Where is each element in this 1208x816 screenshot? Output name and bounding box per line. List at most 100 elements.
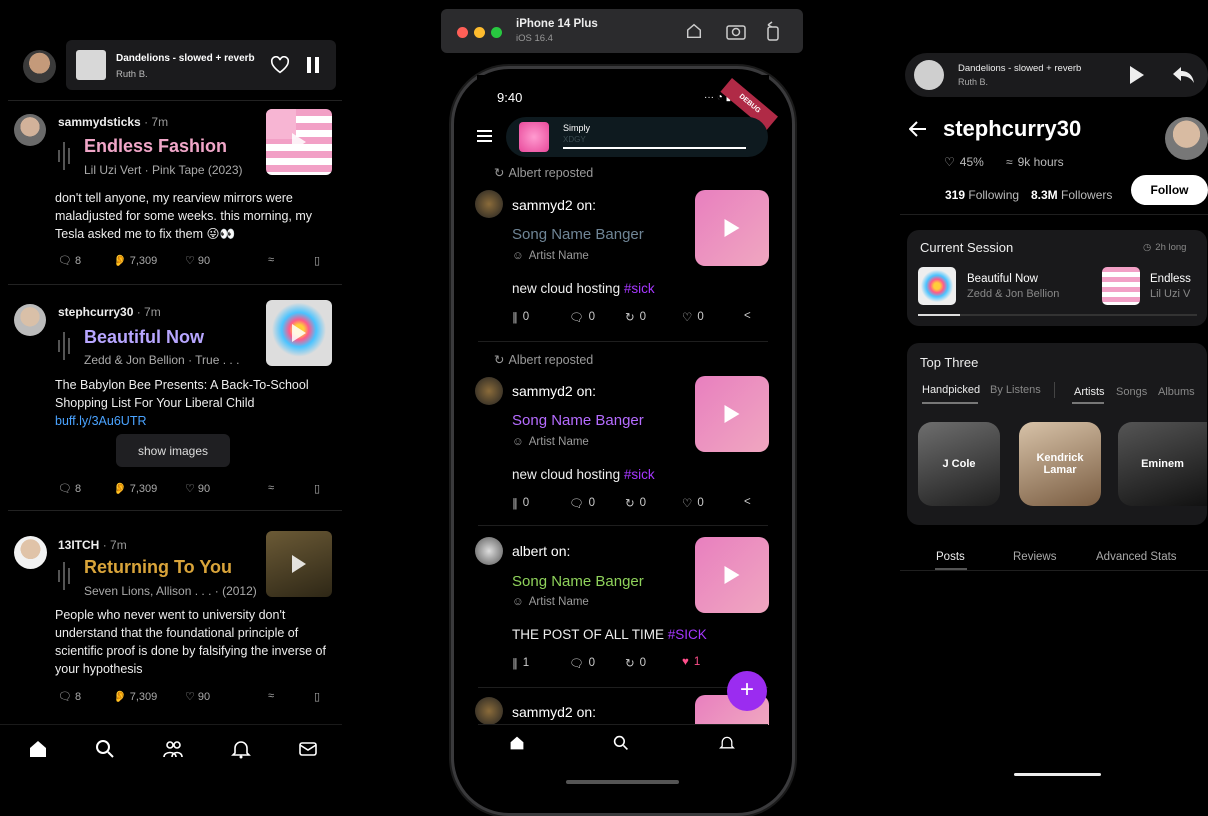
hashtag[interactable]: #sick (624, 467, 655, 482)
like-icon[interactable]: ♡ (185, 690, 195, 703)
home-icon[interactable] (28, 739, 48, 759)
tab-albums[interactable]: Albums (1158, 386, 1195, 398)
people-icon[interactable] (163, 739, 183, 759)
followers-stat[interactable]: 8.3M Followers (1031, 188, 1112, 202)
album-cover[interactable] (266, 109, 332, 175)
play-icon[interactable] (292, 555, 306, 573)
post-username[interactable]: albert (512, 543, 547, 559)
tab-songs[interactable]: Songs (1116, 386, 1147, 398)
post-avatar[interactable] (475, 190, 503, 218)
screenshot-icon[interactable] (726, 22, 746, 40)
post-username[interactable]: sammydsticks (58, 115, 141, 129)
stats-icon[interactable]: ∥ (512, 310, 518, 324)
now-playing-bar[interactable]: Dandelions - slowed + reverb Ruth B. (66, 40, 336, 90)
comment-icon[interactable]: 🗨 (569, 496, 584, 510)
like-icon[interactable]: ♡ (682, 496, 692, 510)
repost-icon[interactable]: ↻ (625, 496, 635, 510)
bookmark-icon[interactable]: ▯ (314, 482, 320, 495)
back-arrow-icon[interactable] (909, 121, 927, 137)
search-icon[interactable] (95, 739, 115, 759)
mail-icon[interactable] (298, 739, 318, 759)
song-cover[interactable] (695, 376, 769, 452)
profile-avatar[interactable] (1165, 117, 1208, 160)
bookmark-icon[interactable]: ▯ (314, 690, 320, 703)
share-icon[interactable]: < (744, 496, 751, 508)
play-icon[interactable] (724, 405, 740, 423)
song-title[interactable]: Song Name Banger (512, 226, 644, 243)
bell-icon[interactable] (231, 739, 251, 759)
bell-icon[interactable] (719, 735, 735, 751)
play-icon[interactable] (292, 324, 306, 342)
song-title[interactable]: Returning To You (84, 557, 232, 578)
minimize-window-button[interactable] (474, 27, 485, 38)
now-playing-pill[interactable]: Simply XDGY (506, 117, 768, 157)
rotate-icon[interactable] (765, 21, 781, 41)
like-icon[interactable]: ♡ (682, 310, 692, 324)
tab-reviews[interactable]: Reviews (1013, 551, 1056, 563)
like-icon[interactable]: ♡ (185, 254, 195, 267)
home-icon[interactable] (509, 735, 525, 751)
close-window-button[interactable] (457, 27, 468, 38)
play-icon[interactable] (1129, 65, 1145, 85)
play-icon[interactable] (724, 219, 740, 237)
now-playing-bar[interactable]: Dandelions - slowed + reverb Ruth B. (905, 53, 1208, 97)
home-icon[interactable] (685, 22, 703, 40)
tab-posts[interactable]: Posts (936, 551, 965, 563)
stats-icon[interactable]: ∥ (512, 656, 518, 670)
track-cover[interactable] (918, 267, 956, 305)
heart-icon[interactable] (270, 56, 290, 74)
spotify-icon[interactable]: ≈ (268, 254, 274, 266)
post-avatar[interactable] (475, 377, 503, 405)
hashtag[interactable]: #SICK (668, 627, 707, 642)
hashtag[interactable]: #sick (624, 281, 655, 296)
post-username[interactable]: 13ITCH (58, 538, 99, 552)
song-cover[interactable] (695, 190, 769, 266)
post-avatar[interactable] (14, 304, 46, 336)
post-avatar[interactable] (14, 114, 46, 146)
bookmark-icon[interactable]: ▯ (314, 254, 320, 267)
repost-icon[interactable]: ↻ (625, 310, 635, 324)
artist-card[interactable]: Kendrick Lamar (1019, 422, 1101, 506)
tab-advanced-stats[interactable]: Advanced Stats (1096, 551, 1177, 563)
show-images-button[interactable]: show images (116, 434, 230, 467)
song-title[interactable]: Song Name Banger (512, 573, 644, 590)
song-title[interactable]: Song Name Banger (512, 412, 644, 429)
playback-progress[interactable] (563, 147, 746, 149)
song-title[interactable]: Beautiful Now (84, 327, 204, 348)
tab-by-listens[interactable]: By Listens (990, 384, 1041, 396)
post-username[interactable]: sammyd2 (512, 383, 573, 399)
share-icon[interactable]: < (744, 310, 751, 322)
post-username[interactable]: stephcurry30 (58, 305, 133, 319)
song-cover[interactable] (695, 537, 769, 613)
user-avatar[interactable] (23, 50, 56, 83)
comment-icon[interactable]: 🗨 (569, 310, 584, 324)
repost-icon[interactable]: ↻ (625, 656, 635, 670)
liked-heart-icon[interactable]: ♥ (682, 656, 689, 668)
play-icon[interactable] (292, 133, 306, 151)
spotify-icon[interactable]: ≈ (268, 482, 274, 494)
search-icon[interactable] (613, 735, 629, 751)
album-cover[interactable] (266, 531, 332, 597)
album-cover[interactable] (266, 300, 332, 366)
compose-button[interactable]: + (727, 671, 767, 711)
post-avatar[interactable] (475, 697, 503, 725)
follow-button[interactable]: Follow (1131, 175, 1208, 205)
post-avatar[interactable] (14, 536, 47, 569)
post-username[interactable]: sammyd2 (512, 704, 573, 720)
comment-icon[interactable]: 🗨 (58, 690, 72, 703)
comment-icon[interactable]: 🗨 (58, 254, 72, 267)
artist-card[interactable]: Eminem (1118, 422, 1207, 506)
post-link[interactable]: buff.ly/3Au6UTR (55, 414, 146, 428)
play-icon[interactable] (724, 566, 740, 584)
post-username[interactable]: sammyd2 (512, 197, 573, 213)
artist-card[interactable]: J Cole (918, 422, 1000, 506)
following-stat[interactable]: 319 Following (945, 188, 1019, 202)
track-title[interactable]: Endless (1150, 273, 1191, 285)
track-cover[interactable] (1102, 267, 1140, 305)
tab-artists[interactable]: Artists (1074, 386, 1105, 398)
comment-icon[interactable]: 🗨 (569, 656, 584, 670)
comment-icon[interactable]: 🗨 (58, 482, 72, 495)
menu-icon[interactable] (477, 130, 492, 143)
reply-icon[interactable] (1171, 65, 1195, 85)
track-title[interactable]: Beautiful Now (967, 273, 1038, 285)
